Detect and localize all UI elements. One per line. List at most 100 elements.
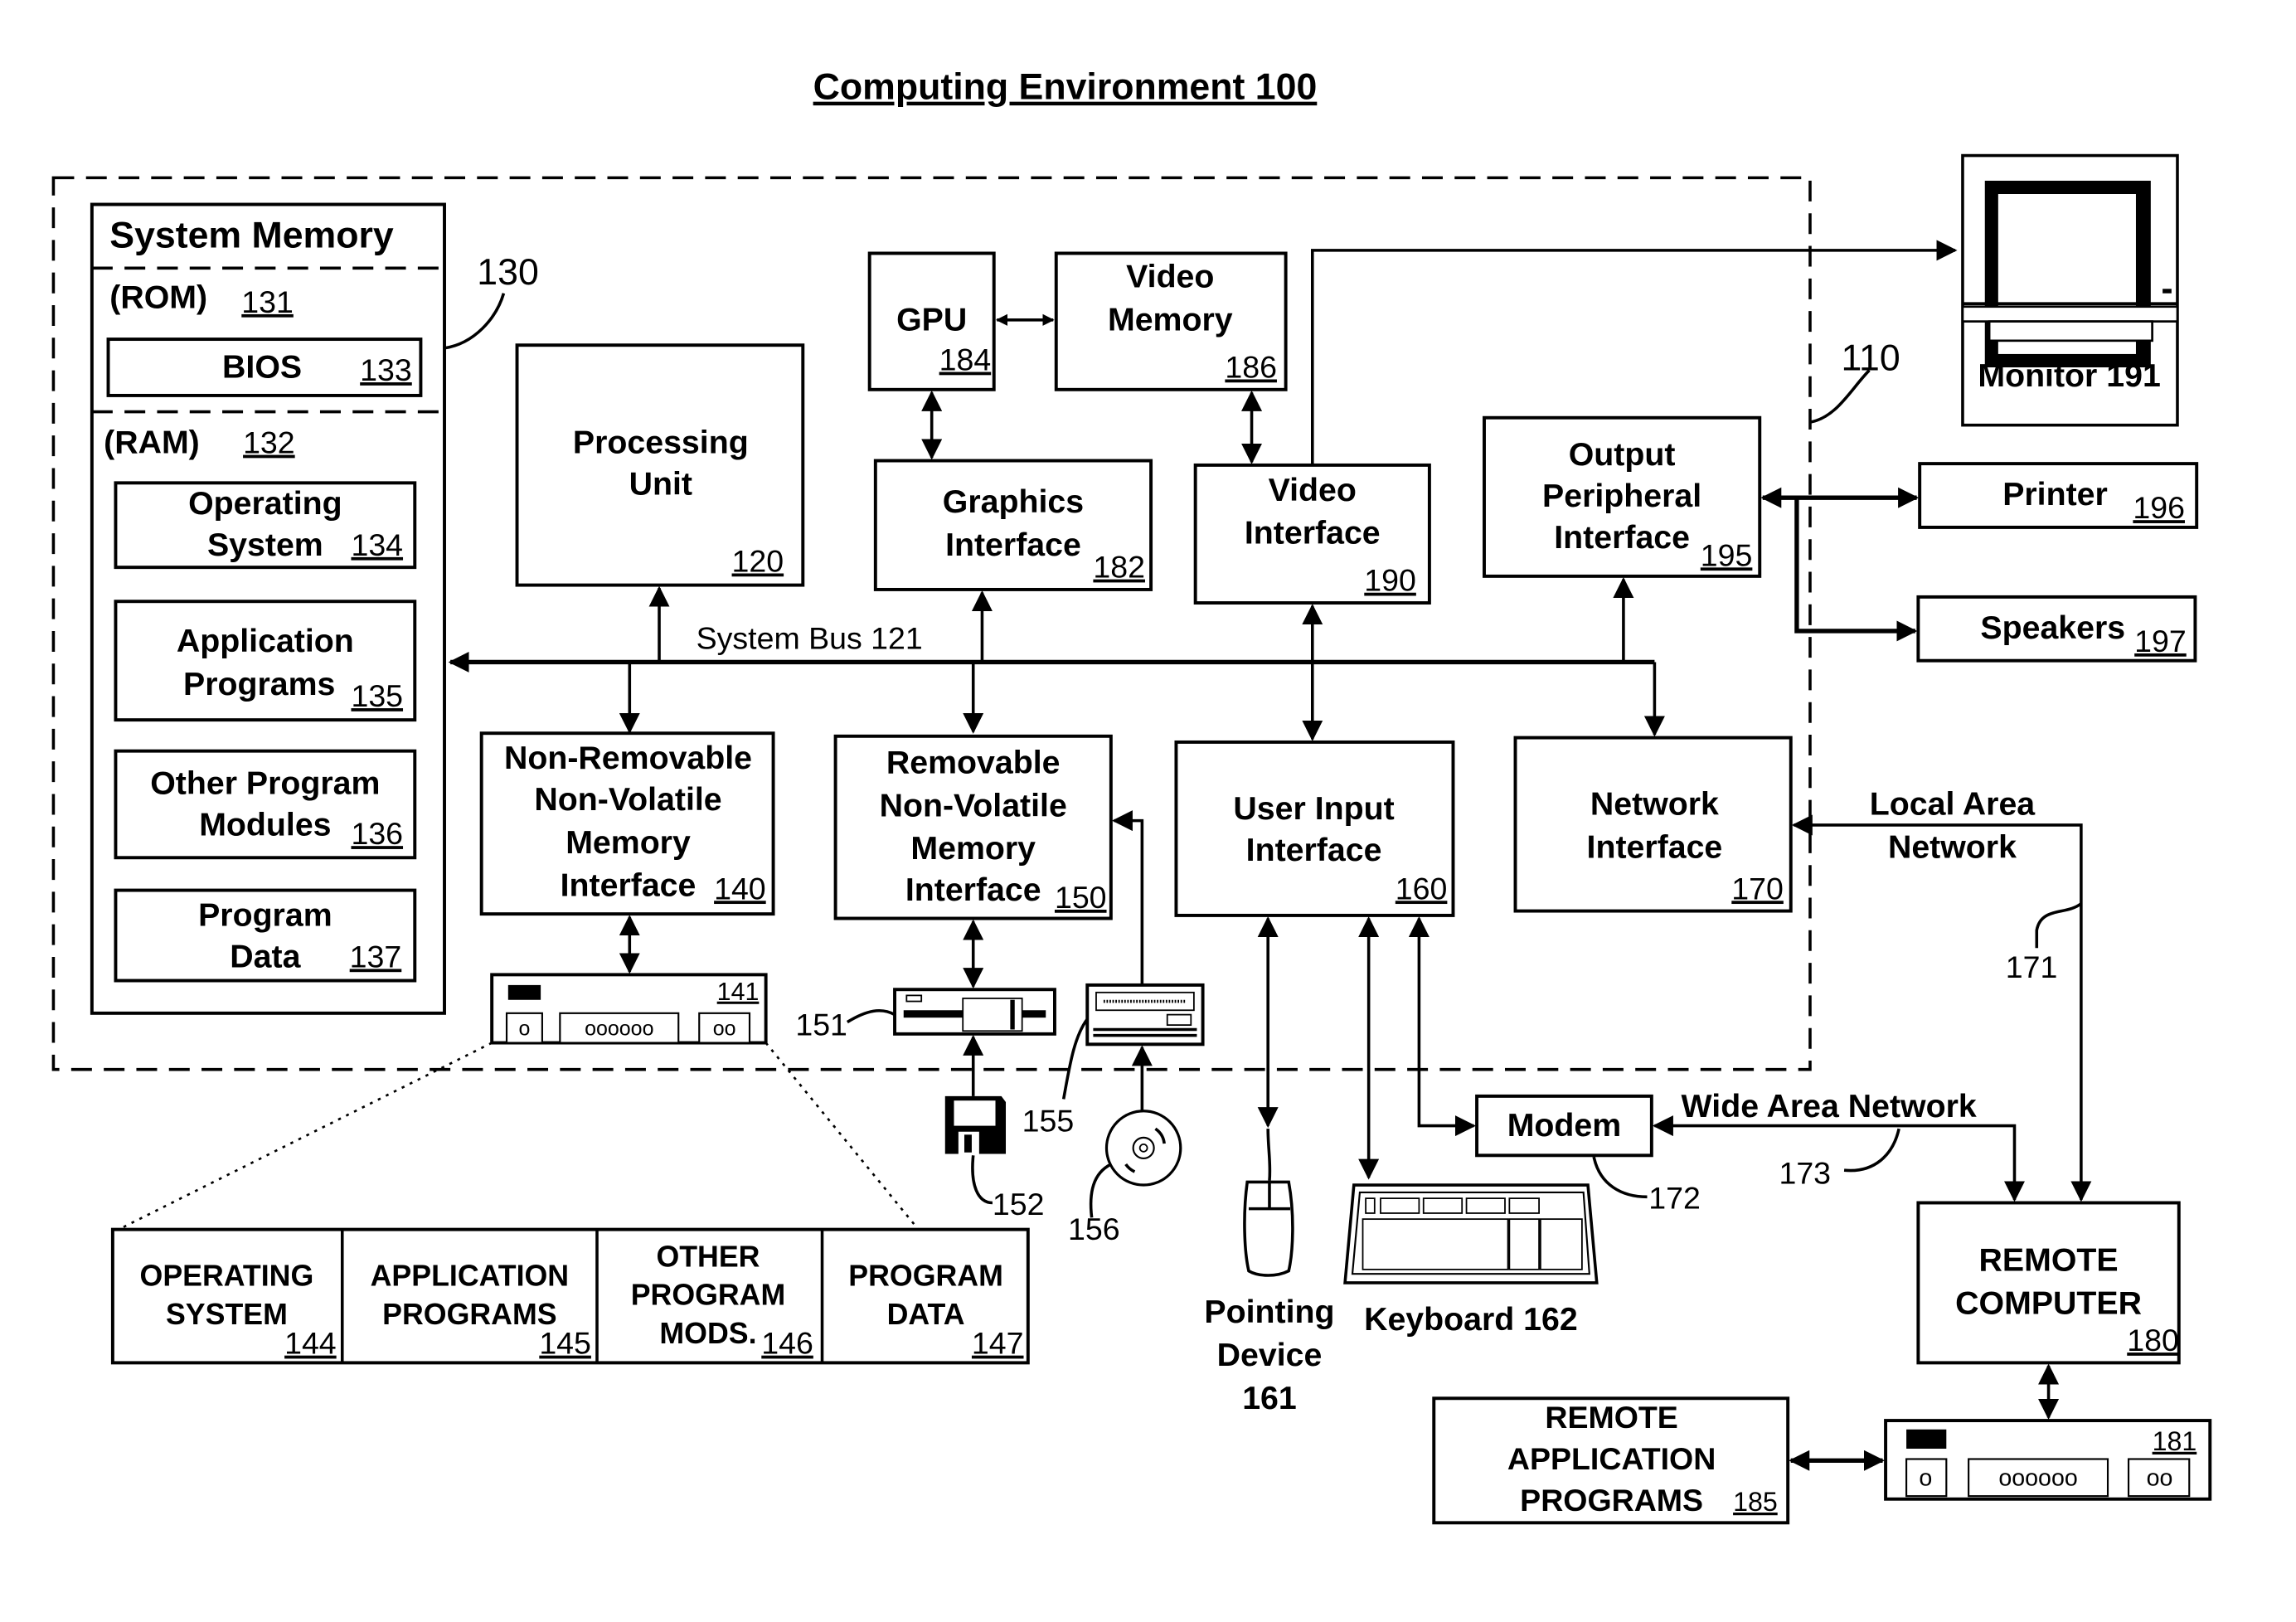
memory-item-num: 135 <box>351 678 403 713</box>
remote-disk-slot-a: o <box>1919 1465 1932 1492</box>
hard-disk-num: 141 <box>717 979 760 1006</box>
cd-drive-icon <box>1085 983 1205 1047</box>
modem-label: Modem <box>1507 1107 1621 1144</box>
ref-label-151: 151 <box>795 1008 847 1042</box>
pointing-device-label: Device <box>1217 1337 1323 1373</box>
lan-line <box>1791 814 2092 1202</box>
ref-leader-130 <box>444 293 506 350</box>
removable-num: 150 <box>1055 880 1107 915</box>
graphics-interface-label: Interface <box>945 527 1081 563</box>
remote-apps-num: 185 <box>1733 1487 1778 1517</box>
ref-label-130: 130 <box>477 252 538 293</box>
graphics-interface-label: Graphics <box>943 483 1084 520</box>
output-peripheral-label: Interface <box>1554 519 1690 556</box>
page-title: Computing Environment 100 <box>813 67 1318 108</box>
memory-item-num: 134 <box>351 527 403 562</box>
video-memory-num: 186 <box>1225 350 1277 385</box>
nonremovable-label: Memory <box>566 824 691 861</box>
nonremovable-label: Non-Removable <box>504 740 752 776</box>
video-memory-label: Memory <box>1108 301 1233 338</box>
stored-item-num: 147 <box>972 1326 1024 1361</box>
ref-leader-156 <box>1089 1163 1112 1218</box>
stored-item-label: SYSTEM <box>166 1298 288 1331</box>
ref-leader-152 <box>971 1155 993 1205</box>
printer-label: Printer <box>2002 476 2108 512</box>
stored-item-label: DATA <box>887 1298 965 1331</box>
bios-num: 133 <box>360 352 412 387</box>
remote-computer-label: REMOTE <box>1979 1242 2119 1279</box>
user-input-num: 160 <box>1396 871 1448 906</box>
rom-label: (ROM) <box>109 279 207 316</box>
keyboard-icon <box>1343 1183 1599 1284</box>
stored-item-label: MODS. <box>659 1317 756 1350</box>
memory-item-label: Data <box>230 938 301 974</box>
userinput-modem-line <box>1408 916 1476 1137</box>
video-interface-label: Video <box>1269 472 1357 508</box>
rom-num: 131 <box>241 284 294 319</box>
remote-apps-label: APPLICATION <box>1507 1441 1716 1476</box>
bios-label: BIOS <box>222 349 302 386</box>
processing-unit-label: Unit <box>629 466 692 503</box>
ram-label: (RAM) <box>104 425 200 461</box>
gpu-num: 184 <box>939 342 992 377</box>
pointing-device-label: 161 <box>1242 1380 1297 1416</box>
ref-label-156: 156 <box>1068 1212 1120 1246</box>
removable-label: Memory <box>910 830 1036 867</box>
system-memory: System Memory (ROM) 131 BIOS 133 (RAM) 1… <box>90 202 446 1015</box>
floppy-disk-icon <box>944 1095 1007 1154</box>
printer-num: 196 <box>2133 490 2185 525</box>
remote-disk-slot-b: oooooo <box>1998 1465 2077 1492</box>
hard-disk-slot-a: o <box>519 1017 531 1041</box>
network-interface-label: Interface <box>1587 828 1723 865</box>
video-interface-label: Interface <box>1245 515 1381 551</box>
ram-num: 132 <box>243 425 295 460</box>
removable-label: Non-Volatile <box>880 787 1067 823</box>
memory-item-label: Application <box>177 623 354 659</box>
user-input-label: Interface <box>1246 832 1382 868</box>
speakers-label: Speakers <box>1980 609 2125 646</box>
speakers-num: 197 <box>2134 624 2187 658</box>
system-bus-label: System Bus 121 <box>697 620 923 655</box>
stored-item-num: 145 <box>539 1326 591 1361</box>
ref-leader-173 <box>1843 1128 1900 1173</box>
wan-line <box>1652 1115 2025 1202</box>
remote-disk-num: 181 <box>2153 1426 2197 1456</box>
hard-disk-slot-b: oooooo <box>585 1017 653 1041</box>
cd-disk-icon <box>1104 1110 1182 1187</box>
stored-item-label: PROGRAM <box>631 1279 786 1312</box>
stored-item-num: 146 <box>761 1326 813 1361</box>
output-peripheral-label: Output <box>1569 436 1676 473</box>
stored-item-label: OPERATING <box>140 1260 314 1293</box>
system-memory-title: System Memory <box>109 215 394 255</box>
ref-leader-155 <box>1061 1017 1089 1100</box>
keyboard-label: Keyboard 162 <box>1364 1301 1578 1338</box>
graphics-interface-num: 182 <box>1093 550 1145 585</box>
remote-apps-label: REMOTE <box>1545 1400 1677 1435</box>
ref-leader-151 <box>846 1008 896 1024</box>
ref-leader-172 <box>1592 1156 1648 1199</box>
remote-computer-num: 180 <box>2127 1323 2179 1357</box>
ref-leader-171 <box>2035 902 2082 949</box>
user-input-label: User Input <box>1233 790 1394 827</box>
diagram: Computing Environment 100 110 System Mem… <box>51 67 2212 1525</box>
removable-cd-line <box>1111 810 1144 985</box>
memory-item-num: 137 <box>350 939 402 974</box>
output-peripheral-num: 195 <box>1701 537 1753 572</box>
remote-apps-label: PROGRAMS <box>1520 1483 1703 1518</box>
ref-label-172: 172 <box>1648 1181 1701 1216</box>
stored-item-num: 144 <box>284 1326 337 1361</box>
stored-item-label: PROGRAMS <box>382 1298 556 1331</box>
hard-disk-slot-c: oo <box>713 1017 736 1041</box>
output-peripheral-label: Peripheral <box>1542 478 1701 514</box>
ref-label-155: 155 <box>1022 1104 1075 1139</box>
gpu-label: GPU <box>896 301 967 338</box>
processing-unit-num: 120 <box>732 544 784 579</box>
remote-disk-slot-c: oo <box>2147 1465 2173 1492</box>
stored-item-label: OTHER <box>656 1240 760 1273</box>
memory-item-label: Program <box>198 896 333 933</box>
processing-unit-label: Processing <box>573 425 749 461</box>
network-interface-label: Network <box>1590 785 1719 822</box>
memory-item-label: System <box>207 527 323 563</box>
removable-label: Removable <box>886 744 1061 780</box>
memory-item-label: Programs <box>183 666 335 702</box>
